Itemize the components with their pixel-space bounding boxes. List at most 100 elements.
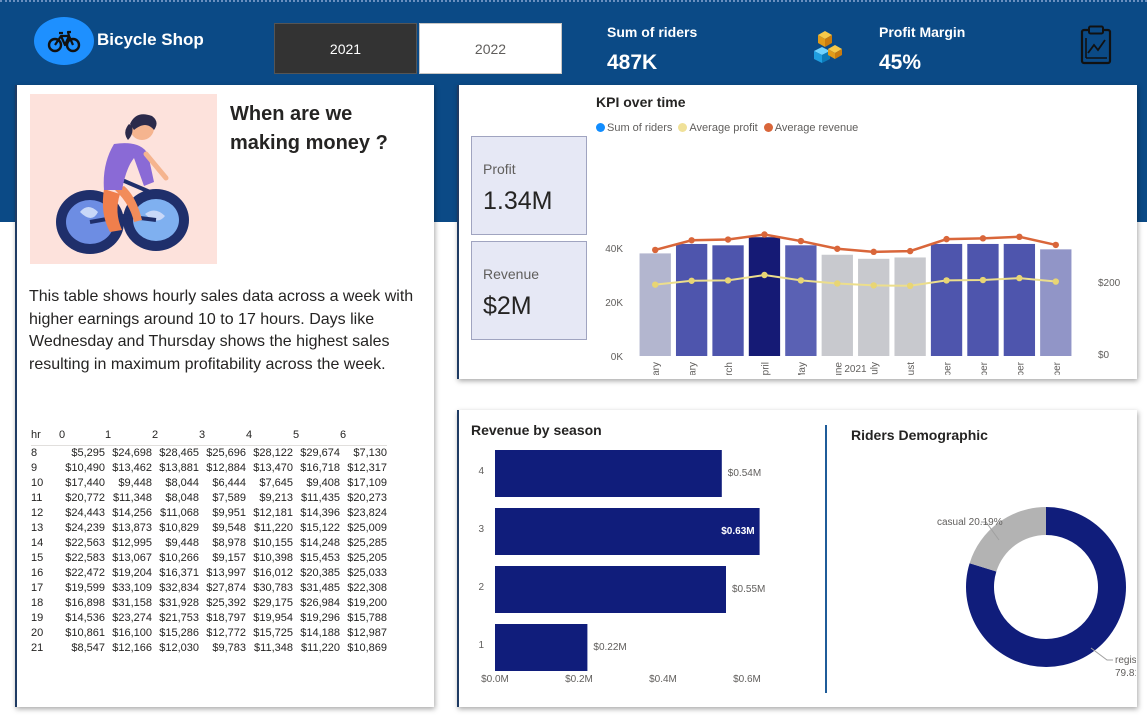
column-header-day[interactable]: 2 [152,426,199,445]
y-tick-label: 2 [478,582,484,593]
table-cell: $15,788 [347,611,387,624]
table-cell: $19,599 [65,581,105,594]
kpi-over-time-chart[interactable]: 0K 20K 40K $0 $200 January February March April M… [589,140,1134,375]
legend-item-avg-profit[interactable]: Average profit [678,122,758,134]
table-cell: $9,548 [212,521,246,534]
table-cell: $13,462 [112,461,152,474]
avg-revenue-point [906,247,914,255]
table-cell: $32,834 [159,581,199,594]
card-description: This table shows hourly sales data acros… [29,288,414,373]
avg-revenue-point [979,235,987,242]
rider-bar [785,245,817,356]
table-cell: $25,009 [347,521,387,534]
y-tick-label: 1 [478,640,484,651]
header-dotted-border [0,0,1147,2]
table-cell: $12,772 [206,626,246,639]
profit-margin-label: Profit Margin [879,24,966,40]
table-cell: $13,881 [159,461,199,474]
table-cell: $12,317 [347,461,387,474]
bicycle-icon [34,17,94,65]
table-cell: $20,273 [347,491,387,504]
column-header-day[interactable]: 3 [199,426,246,445]
table-row[interactable]: 18 $16,898 $31,158 $31,928 $25,392 $29,175 $26… [31,595,387,610]
table-cell: $20,385 [300,566,340,579]
table-cell: $25,285 [347,536,387,549]
table-row[interactable]: 13 $24,239 $13,873 $10,829 $9,548 $11,220 $15,… [31,520,387,535]
table-cell: $19,200 [347,596,387,609]
avg-profit-point [979,276,987,284]
table-row[interactable]: 9 $10,490 $13,462 $13,881 $12,884 $13,470 $16,… [31,460,387,475]
y-tick-label: 3 [478,524,484,535]
table-cell: $10,155 [253,536,293,549]
legend-item-riders[interactable]: Sum of riders [596,122,672,134]
season-bar [495,624,588,671]
table-row[interactable]: 14 $22,563 $12,995 $9,448 $8,978 $10,155 $14,2… [31,535,387,550]
table-cell: $13,997 [206,566,246,579]
rider-bar [1003,243,1036,356]
year-filter-2022[interactable]: 2022 [419,23,562,74]
table-row[interactable]: 16 $22,472 $19,204 $16,371 $13,997 $16,012 $20… [31,565,387,580]
row-hour-cell: 8 [31,446,38,459]
column-header-day[interactable]: 4 [246,426,293,445]
rider-bar [639,253,671,356]
column-header-day[interactable]: 5 [293,426,340,445]
table-cell: $9,783 [212,641,246,654]
table-cell: $29,175 [253,596,293,609]
column-header-day[interactable]: 0 [59,426,105,445]
revenue-by-season-chart[interactable]: 4 $0.54M 3 $0.63M 2 $0.55M 1 $0.22M $0.0M $0.2M $0… [469,445,799,690]
table-cell: $6,444 [212,476,246,489]
row-hour-cell: 21 [31,641,44,654]
x-axis-title: 2021 [844,364,867,375]
season-demographic-card: Revenue by season 4 $0.54M 3 $0.63M 2 $0.55M 1… [457,410,1137,707]
rider-bar [675,243,708,356]
legend-label: Average revenue [774,122,859,134]
cube-stack-icon [812,27,846,72]
table-cell: $20,772 [65,491,105,504]
profit-kpi-value: 1.34M [483,187,553,215]
table-cell: $16,898 [65,596,105,609]
table-row[interactable]: 17 $19,599 $33,109 $32,834 $27,874 $30,783 $31… [31,580,387,595]
table-cell: $9,448 [118,476,152,489]
column-header-day[interactable]: 1 [105,426,152,445]
table-cell: $23,824 [347,506,387,519]
table-row[interactable]: 10 $17,440 $9,448 $8,044 $6,444 $7,645 $9,408 $… [31,475,387,490]
column-header-day[interactable]: 6 [340,426,387,445]
table-row[interactable]: 15 $22,583 $13,067 $10,266 $9,157 $10,398 $15,… [31,550,387,565]
row-hour-cell: 17 [31,581,44,594]
season-bar [495,566,726,613]
table-row[interactable]: 20 $10,861 $16,100 $15,286 $12,772 $15,725 $14… [31,625,387,640]
avg-revenue-point [652,246,659,254]
table-row[interactable]: 11 $20,772 $11,348 $8,048 $7,589 $9,213 $11,43… [31,490,387,505]
avg-profit-point [943,277,950,284]
riders-demographic-chart[interactable]: casual 20.19% registered 79.81% [851,455,1136,700]
x-tick-label: $0.0M [481,674,509,685]
dashboard-page: Bicycle Shop 2021 2022 Sum of riders 487… [0,0,1147,722]
table-row[interactable]: 19 $14,536 $23,274 $21,753 $18,797 $19,954 $19… [31,610,387,625]
column-header-hr[interactable]: hr [31,426,59,445]
table-row[interactable]: 8 $5,295 $24,698 $28,465 $25,696 $28,122 $29,6… [31,445,387,460]
table-header-row: hr 0 1 2 3 4 5 6 [31,426,387,445]
year-filter-2021[interactable]: 2021 [274,23,417,74]
legend-item-avg-revenue[interactable]: Average revenue [763,122,859,134]
riders-kpi-value: 487K [607,51,658,74]
avg-profit-point [652,281,659,288]
table-cell: $15,122 [300,521,340,534]
row-hour-cell: 20 [31,626,44,639]
x-tick-label: May [797,362,808,375]
table-cell: $13,873 [112,521,152,534]
avg-profit-point [761,271,768,279]
avg-profit-point [724,277,732,284]
table-row[interactable]: 12 $24,443 $14,256 $11,068 $9,951 $12,181 $14,… [31,505,387,520]
x-tick-label: August [906,362,917,375]
table-cell: $19,954 [253,611,293,624]
x-tick-label: July [870,362,881,375]
table-cell: $25,033 [347,566,387,579]
table-row[interactable]: 21 $8,547 $12,166 $12,030 $9,783 $11,348 $11,2… [31,640,387,655]
clipboard-chart-icon[interactable] [1079,25,1113,70]
x-tick-label: $0.4M [649,674,677,685]
table-cell: $7,589 [212,491,246,504]
avg-profit-point [870,282,877,289]
kpi-chart-title: KPI over time [596,94,686,110]
table-cell: $19,296 [300,611,340,624]
rider-bar [712,245,744,356]
